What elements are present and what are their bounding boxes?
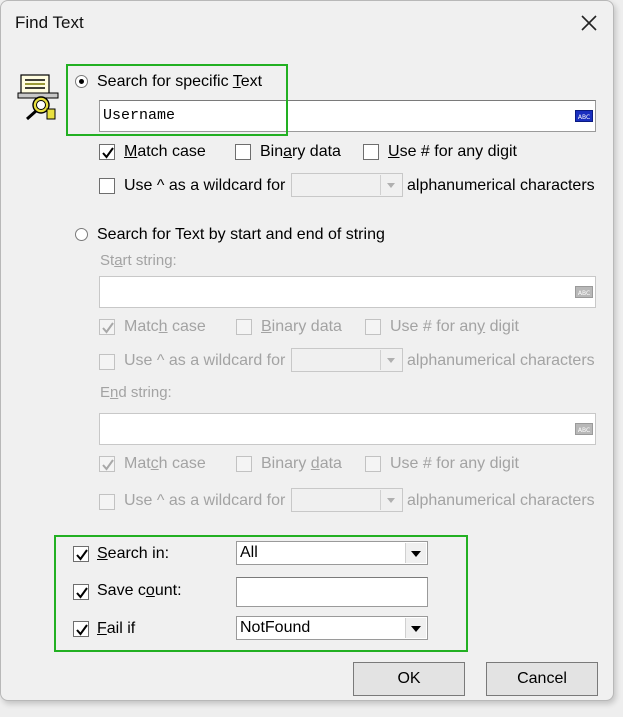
find-text-dialog: Find Text Search for specific Text Usern… (0, 0, 614, 701)
abc-keyboard-icon[interactable]: ABC (575, 107, 593, 125)
abc-keyboard-icon[interactable]: ABC (575, 420, 593, 438)
start-wildcard-checkbox[interactable] (99, 354, 115, 370)
highlight-box-specific-text (66, 64, 288, 136)
chevron-down-icon[interactable] (380, 490, 401, 510)
radio-start-end[interactable] (75, 228, 88, 241)
end-wildcard-select[interactable] (291, 488, 403, 512)
svg-text:ABC: ABC (578, 427, 590, 434)
start-wildcard-select[interactable] (291, 348, 403, 372)
radio-start-end-label[interactable]: Search for Text by start and end of stri… (97, 226, 385, 244)
match-case-checkbox[interactable] (99, 144, 115, 160)
chevron-down-icon[interactable] (380, 350, 401, 370)
start-string-input[interactable]: ABC (99, 276, 596, 308)
end-binary-data-checkbox[interactable] (236, 456, 252, 472)
end-wildcard-label[interactable]: Use ^ as a wildcard for (124, 492, 285, 510)
start-wildcard-suffix: alphanumerical characters (407, 352, 595, 369)
find-text-icon (17, 71, 61, 121)
start-match-case-checkbox[interactable] (99, 319, 115, 335)
start-string-label: Start string: (100, 252, 177, 269)
abc-keyboard-icon[interactable]: ABC (575, 283, 593, 301)
binary-data-checkbox[interactable] (235, 144, 251, 160)
wildcard-count-select[interactable] (291, 173, 403, 197)
match-case-label[interactable]: Match case (124, 143, 206, 161)
chevron-down-icon[interactable] (380, 175, 401, 195)
start-binary-data-label[interactable]: Binary data (261, 318, 342, 336)
start-any-digit-checkbox[interactable] (365, 319, 381, 335)
end-wildcard-suffix: alphanumerical characters (407, 492, 595, 509)
end-string-input[interactable]: ABC (99, 413, 596, 445)
cancel-button[interactable]: Cancel (486, 662, 598, 696)
start-wildcard-label[interactable]: Use ^ as a wildcard for (124, 352, 285, 370)
ok-button[interactable]: OK (353, 662, 465, 696)
end-any-digit-checkbox[interactable] (365, 456, 381, 472)
wildcard-label[interactable]: Use ^ as a wildcard for (124, 177, 285, 195)
wildcard-suffix: alphanumerical characters (407, 177, 595, 194)
end-match-case-label[interactable]: Match case (124, 455, 206, 473)
end-wildcard-checkbox[interactable] (99, 494, 115, 510)
start-any-digit-label[interactable]: Use # for any digit (390, 318, 519, 336)
highlight-box-bottom-options (54, 535, 468, 652)
dialog-title: Find Text (15, 13, 84, 32)
end-string-label: End string: (100, 384, 172, 401)
end-any-digit-label[interactable]: Use # for any digit (390, 455, 519, 473)
binary-data-label[interactable]: Binary data (260, 143, 341, 161)
svg-text:ABC: ABC (578, 290, 590, 297)
svg-text:ABC: ABC (578, 114, 590, 121)
close-icon[interactable] (575, 9, 603, 37)
any-digit-label[interactable]: Use # for any digit (388, 143, 517, 161)
any-digit-checkbox[interactable] (363, 144, 379, 160)
end-match-case-checkbox[interactable] (99, 456, 115, 472)
start-match-case-label[interactable]: Match case (124, 318, 206, 336)
end-binary-data-label[interactable]: Binary data (261, 455, 342, 473)
wildcard-checkbox[interactable] (99, 178, 115, 194)
start-binary-data-checkbox[interactable] (236, 319, 252, 335)
